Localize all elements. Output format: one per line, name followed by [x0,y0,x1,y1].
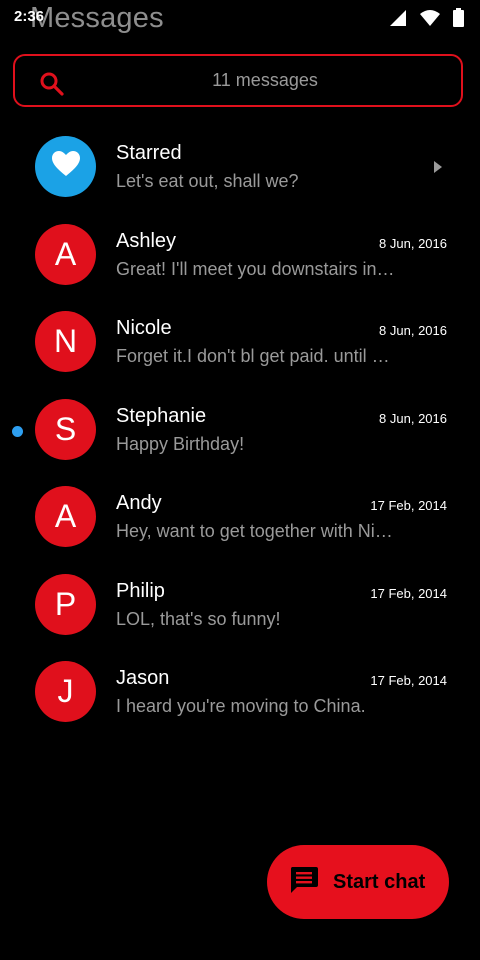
battery-icon [453,8,464,27]
conversation-list: Starred Let's eat out, shall we? A Ashle… [0,123,480,736]
conversation-item[interactable]: S Stephanie 8 Jun, 2016 Happy Birthday! [0,386,480,474]
conversation-item[interactable]: A Ashley 8 Jun, 2016 Great! I'll meet yo… [0,211,480,299]
search-icon[interactable] [39,71,65,102]
conversation-date: 8 Jun, 2016 [379,235,447,251]
conversation-name: Philip [116,579,165,602]
conversation-snippet: Hey, want to get together with Nicole to… [116,521,396,541]
start-chat-button[interactable]: Start chat [267,845,449,919]
conversation-date: 8 Jun, 2016 [379,410,447,426]
conversation-date: 17 Feb, 2014 [370,673,447,688]
status-icons [389,8,464,27]
conversation-item[interactable]: A Andy 17 Feb, 2014 Hey, want to get tog… [0,473,480,561]
conversation-snippet: I heard you're moving to China. [116,696,366,716]
conversation-snippet: Let's eat out, shall we? [116,171,299,191]
search-bar[interactable] [13,54,463,107]
unread-indicator [12,425,23,437]
conversation-item-starred[interactable]: Starred Let's eat out, shall we? [0,123,480,211]
avatar: J [35,661,96,722]
conversation-snippet: Great! I'll meet you downstairs in 5 min… [116,258,396,279]
start-chat-label: Start chat [333,870,426,893]
status-time: 2:36 [14,8,45,25]
page-title: Messages [30,2,164,34]
conversation-name: Ashley [116,229,177,252]
conversation-item[interactable]: J Jason 17 Feb, 2014 I heard you're movi… [0,648,480,736]
conversation-name: Starred [116,142,182,164]
avatar: N [35,311,96,372]
heart-icon [51,148,80,185]
conversation-snippet: Forget it.I don't bl get paid. until nex… [116,346,396,366]
conversation-name: Nicole [116,317,172,339]
conversation-snippet: LOL, that's so funny! [116,608,281,629]
conversation-date: 8 Jun, 2016 [379,323,447,338]
avatar: A [35,486,96,547]
conversation-name: Andy [116,492,162,514]
signal-icon [389,9,407,27]
avatar: A [35,223,96,285]
conversation-item[interactable]: N Nicole 8 Jun, 2016 Forget it.I don't b… [0,298,480,386]
avatar: P [35,573,96,635]
search-input[interactable] [85,56,445,105]
chat-icon [289,866,319,899]
avatar: S [35,398,96,460]
conversation-snippet: Happy Birthday! [116,433,245,454]
avatar [35,136,96,197]
conversation-name: Jason [116,667,170,689]
wifi-icon [419,9,441,27]
chevron-right-icon[interactable] [433,160,443,179]
conversation-item[interactable]: P Philip 17 Feb, 2014 LOL, that's so fun… [0,561,480,649]
conversation-name: Stephanie [116,404,207,427]
conversation-date: 17 Feb, 2014 [370,585,447,601]
conversation-date: 17 Feb, 2014 [370,498,447,513]
